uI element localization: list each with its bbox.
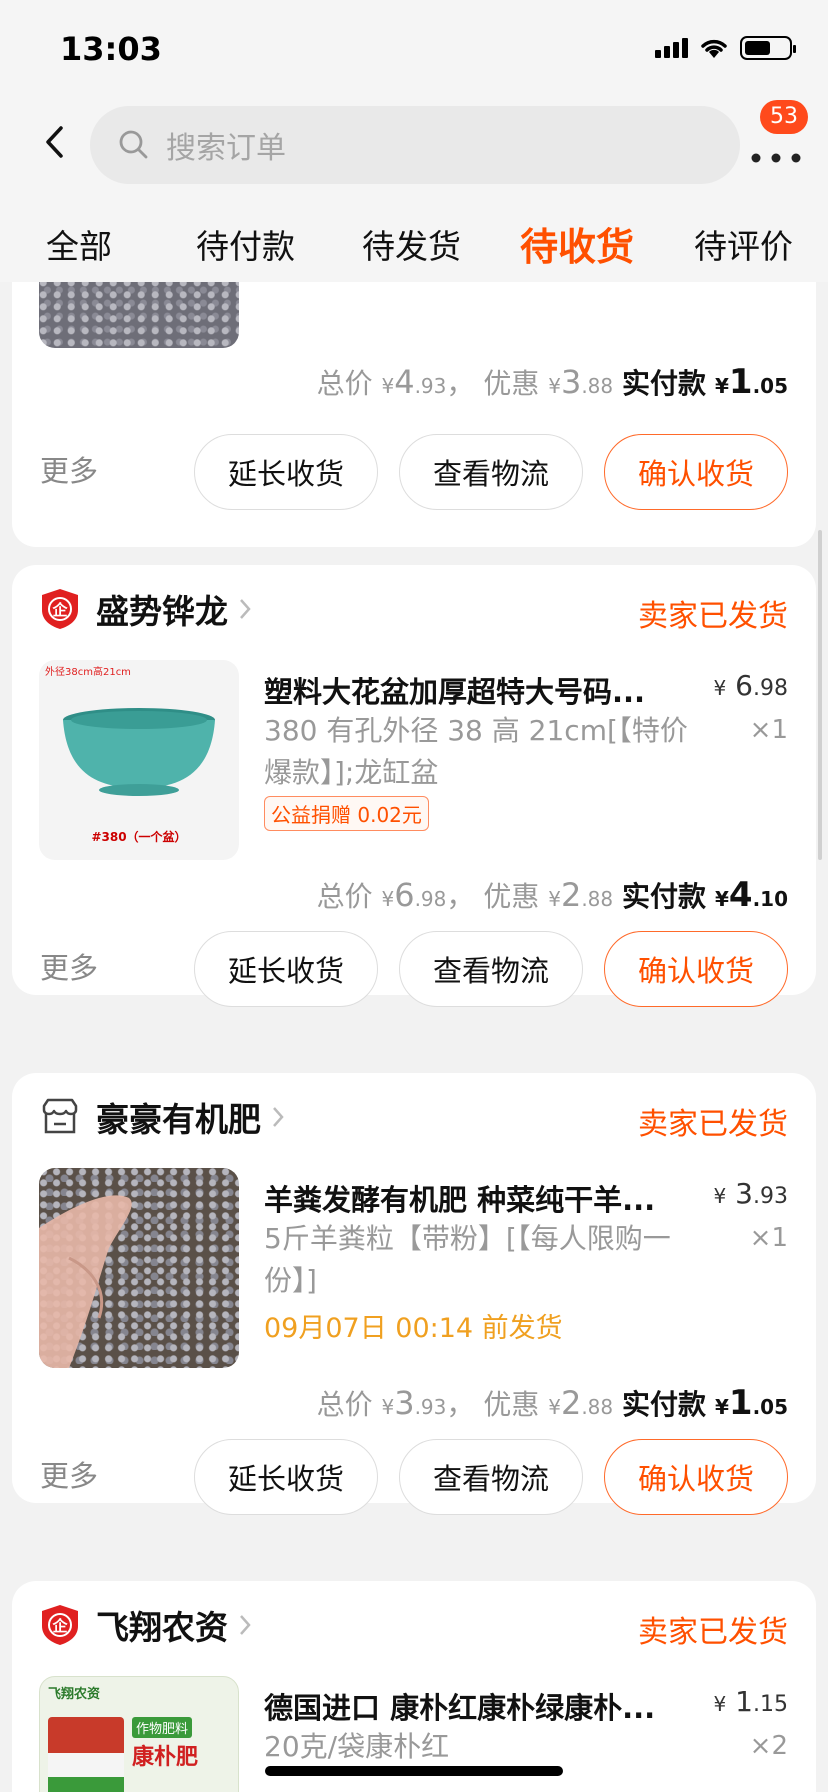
item-price: ¥ 1.15: [713, 1685, 788, 1718]
item-title[interactable]: 羊粪发酵有机肥 种菜纯干羊...: [264, 1177, 684, 1219]
view-logistics-button[interactable]: 查看物流: [399, 1439, 583, 1515]
order-card: 企 飞翔农资 卖家已发货 飞翔农资 作物肥料 康朴肥 德国进口 康朴红康朴绿康朴…: [12, 1581, 816, 1792]
more-link[interactable]: 更多: [40, 448, 98, 490]
svg-text:企: 企: [51, 601, 68, 619]
confirm-receipt-button[interactable]: 确认收货: [604, 434, 788, 510]
order-card: 总价 ¥4.93， 优惠 ¥3.88 实付款 ¥1.05 更多 延长收货 查看物…: [12, 282, 816, 547]
view-logistics-button[interactable]: 查看物流: [399, 931, 583, 1007]
header: 搜索订单: [0, 100, 828, 190]
seed-packet-image: [48, 1717, 124, 1792]
enterprise-shield-icon: 企: [42, 589, 78, 629]
shop-header[interactable]: 豪豪有机肥: [40, 1093, 285, 1141]
back-button[interactable]: [32, 120, 76, 164]
product-image[interactable]: 飞翔农资 作物肥料 康朴肥: [39, 1676, 239, 1792]
scrollbar[interactable]: [818, 530, 822, 860]
order-tabs: 全部 待付款 待发货 待收货 待评价: [0, 190, 828, 282]
item-spec: 20克/袋康朴红: [264, 1730, 450, 1763]
tab-pending-shipment[interactable]: 待发货: [362, 220, 461, 268]
search-input[interactable]: 搜索订单: [90, 106, 740, 184]
item-quantity: ×2: [749, 1731, 788, 1761]
tab-pending-receipt[interactable]: 待收货: [520, 216, 634, 271]
search-icon: [119, 130, 148, 159]
shop-name: 飞翔农资: [96, 1608, 228, 1647]
search-placeholder: 搜索订单: [166, 131, 286, 166]
order-totals: 总价 ¥3.93， 优惠 ¥2.88 实付款 ¥1.05: [316, 1383, 788, 1423]
chevron-right-icon: [240, 599, 251, 619]
message-badge: 53: [760, 100, 808, 134]
order-list[interactable]: 总价 ¥4.93， 优惠 ¥3.88 实付款 ¥1.05 更多 延长收货 查看物…: [0, 282, 828, 1792]
home-indicator[interactable]: [265, 1766, 563, 1776]
item-price: ¥ 3.93: [713, 1177, 788, 1210]
item-title[interactable]: 德国进口 康朴红康朴绿康朴...: [264, 1685, 684, 1727]
battery-icon: [740, 36, 796, 60]
product-image[interactable]: 外径38cm高21cm #380（一个盆）: [39, 660, 239, 860]
item-quantity: ×1: [749, 1223, 788, 1253]
confirm-receipt-button[interactable]: 确认收货: [604, 1439, 788, 1515]
extend-receipt-button[interactable]: 延长收货: [194, 434, 378, 510]
order-status: 卖家已发货: [638, 599, 788, 634]
more-link[interactable]: 更多: [40, 1453, 98, 1495]
tab-pending-payment[interactable]: 待付款: [196, 220, 295, 268]
store-icon: [42, 1098, 78, 1134]
status-icons: [655, 36, 796, 60]
chevron-right-icon: [273, 1107, 284, 1127]
product-image[interactable]: [39, 282, 239, 348]
order-card: 豪豪有机肥 卖家已发货 羊粪发酵有机肥 种菜纯干羊... ¥ 3.93 5斤羊粪…: [12, 1073, 816, 1515]
chevron-left-icon: [46, 126, 63, 158]
item-spec: 380 有孔外径 38 高 21cm[【特价爆款】];龙缸盆: [264, 714, 688, 789]
item-quantity: ×1: [749, 715, 788, 745]
ship-deadline: 09月07日 00:14 前发货: [264, 1313, 563, 1344]
charity-tag: 公益捐赠 0.02元: [264, 796, 429, 831]
status-time: 13:03: [60, 30, 162, 68]
wifi-icon: [701, 39, 727, 58]
product-image[interactable]: [39, 1168, 239, 1368]
order-status: 卖家已发货: [638, 1107, 788, 1142]
hand-holding-pellets-image: [39, 1195, 132, 1368]
enterprise-shield-icon: 企: [42, 1605, 78, 1645]
order-status: 卖家已发货: [638, 1615, 788, 1650]
extend-receipt-button[interactable]: 延长收货: [194, 931, 378, 1007]
svg-text:企: 企: [51, 1617, 68, 1635]
signal-icon: [655, 38, 688, 58]
order-card: 企 盛势铧龙 卖家已发货 外径38cm高21cm #380（一个盆） 塑料大花盆…: [12, 565, 816, 1007]
shop-name: 盛势铧龙: [96, 592, 228, 631]
status-bar: 13:03: [0, 0, 828, 100]
tab-pending-review[interactable]: 待评价: [694, 220, 793, 268]
order-totals: 总价 ¥6.98， 优惠 ¥2.88 实付款 ¥4.10: [316, 875, 788, 915]
shop-name: 豪豪有机肥: [96, 1100, 261, 1139]
more-link[interactable]: 更多: [40, 945, 98, 987]
chevron-right-icon: [240, 1615, 251, 1635]
tab-all[interactable]: 全部: [46, 220, 112, 268]
item-spec: 5斤羊粪粒【带粉】[【每人限购一份】]: [264, 1222, 671, 1297]
shop-header[interactable]: 企 飞翔农资: [40, 1601, 252, 1649]
item-price: ¥ 6.98: [713, 669, 788, 702]
view-logistics-button[interactable]: 查看物流: [399, 434, 583, 510]
extend-receipt-button[interactable]: 延长收货: [194, 1439, 378, 1515]
confirm-receipt-button[interactable]: 确认收货: [604, 931, 788, 1007]
shop-header[interactable]: 企 盛势铧龙: [40, 585, 252, 633]
order-totals: 总价 ¥4.93， 优惠 ¥3.88 实付款 ¥1.05: [316, 362, 788, 402]
item-title[interactable]: 塑料大花盆加厚超特大号码...: [264, 669, 684, 711]
